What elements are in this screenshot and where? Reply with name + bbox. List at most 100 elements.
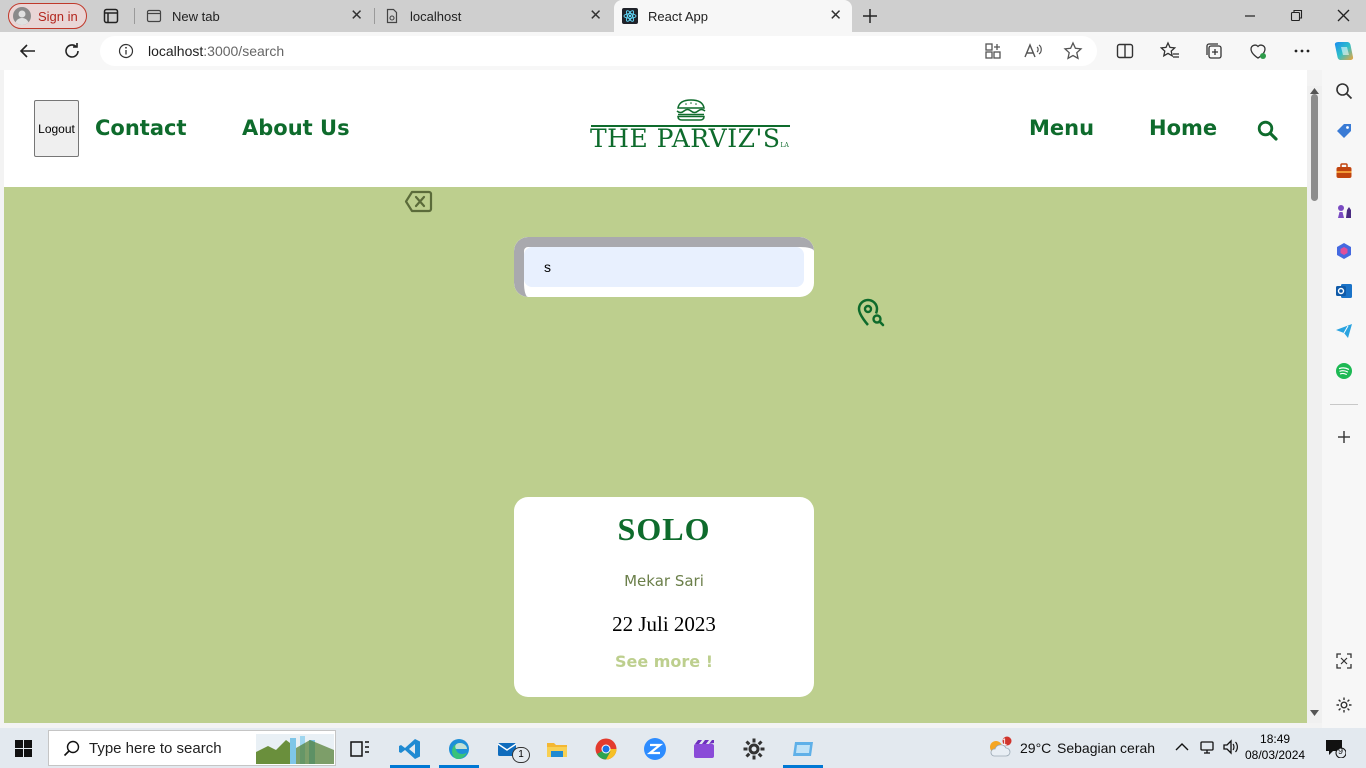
tab-separator — [134, 8, 135, 24]
logo-small-text: LA — [780, 142, 789, 149]
result-card: SOLO Mekar Sari 22 Juli 2023 See more ! — [514, 497, 814, 697]
tab-strip: Sign in New tab ✕ localhost ✕ React App … — [0, 0, 1366, 32]
url-host: localhost — [148, 43, 204, 59]
tab-localhost[interactable]: localhost ✕ — [376, 0, 612, 32]
burger-logo-icon — [676, 99, 706, 121]
profile-signin-button[interactable]: Sign in — [8, 3, 87, 29]
sidebar-search-icon[interactable] — [1335, 82, 1353, 100]
outlook-icon[interactable] — [1335, 282, 1353, 300]
nav-menu-link[interactable]: Menu — [1029, 116, 1094, 140]
tab-close-icon[interactable]: ✕ — [589, 8, 602, 24]
nav-home-link[interactable]: Home — [1149, 116, 1217, 140]
notification-count: 9 — [1338, 746, 1344, 756]
app-available-icon[interactable] — [983, 41, 1003, 61]
collections-icon[interactable] — [1204, 41, 1224, 61]
search-box — [514, 237, 814, 297]
workspaces-icon[interactable] — [103, 8, 119, 24]
taskbar-search-box[interactable]: Type here to search — [48, 730, 336, 766]
settings-gear-icon[interactable] — [742, 737, 766, 761]
send-telegram-icon[interactable] — [1335, 322, 1353, 340]
microsoft-365-icon[interactable] — [1335, 242, 1353, 260]
task-view-icon[interactable] — [348, 737, 372, 761]
chrome-icon[interactable] — [594, 737, 618, 761]
games-chess-icon[interactable] — [1335, 202, 1353, 220]
backspace-clear-icon[interactable] — [404, 190, 433, 213]
network-icon[interactable] — [1199, 739, 1215, 755]
taskbar-search-icon — [63, 740, 80, 756]
tab-close-icon[interactable]: ✕ — [350, 8, 363, 24]
favorite-star-icon[interactable] — [1063, 41, 1083, 61]
edge-browser-icon[interactable] — [447, 737, 471, 761]
system-clock[interactable]: 18:49 08/03/2024 — [1245, 731, 1305, 763]
new-tab-plus-icon[interactable] — [861, 7, 879, 25]
page-viewport: Logout Contact About Us THE PARVIZ'SLA M… — [4, 70, 1307, 723]
new-tab-page-icon — [146, 9, 162, 23]
site-info-icon[interactable] — [118, 43, 134, 59]
back-arrow-icon[interactable] — [18, 41, 38, 61]
favorites-icon[interactable] — [1160, 41, 1180, 61]
more-options-icon[interactable] — [1292, 41, 1312, 61]
card-date: 22 Juli 2023 — [612, 612, 716, 636]
nav-about-us-link[interactable]: About Us — [242, 116, 350, 140]
location-search-icon[interactable] — [855, 297, 887, 329]
sidebar-divider — [1330, 404, 1358, 405]
card-subtitle: Mekar Sari — [624, 572, 704, 590]
file-explorer-icon[interactable] — [545, 737, 569, 761]
weather-sun-cloud-icon[interactable] — [986, 736, 1012, 760]
site-header: Logout Contact About Us THE PARVIZ'SLA M… — [4, 70, 1307, 187]
search-input[interactable] — [524, 247, 804, 287]
url-path: :3000/search — [203, 43, 285, 59]
weather-alert-badge: 1 — [1002, 737, 1008, 747]
scroll-down-arrow-icon[interactable] — [1310, 710, 1319, 716]
tools-briefcase-icon[interactable] — [1335, 162, 1353, 180]
minimize-icon[interactable] — [1244, 10, 1256, 22]
logout-button[interactable]: Logout — [34, 100, 79, 157]
window-close-icon[interactable] — [1337, 9, 1350, 22]
add-sidebar-app-plus-icon[interactable] — [1335, 428, 1353, 446]
scroll-thumb[interactable] — [1311, 94, 1318, 201]
vscode-icon[interactable] — [398, 737, 422, 761]
tab-new-tab[interactable]: New tab ✕ — [137, 0, 373, 32]
weather-temperature[interactable]: 29°C — [1020, 740, 1051, 756]
windows-start-icon[interactable] — [15, 740, 32, 757]
see-more-link[interactable]: See more ! — [514, 652, 814, 671]
react-logo-icon — [622, 8, 638, 24]
nav-contact-link[interactable]: Contact — [95, 116, 187, 140]
refresh-icon[interactable] — [62, 41, 82, 61]
show-hidden-icons-chevron-icon[interactable] — [1175, 742, 1189, 752]
zoom-icon[interactable] — [643, 737, 667, 761]
sidebar-settings-gear-icon[interactable] — [1335, 696, 1353, 714]
spotify-icon[interactable] — [1335, 362, 1353, 380]
search-icon[interactable] — [1257, 120, 1278, 141]
browser-essentials-icon[interactable] — [1248, 41, 1268, 61]
search-highlight-waterfall-icon — [256, 734, 334, 764]
tab-title: React App — [648, 8, 708, 24]
remote-desktop-icon[interactable] — [791, 737, 815, 761]
profile-avatar-icon — [13, 7, 31, 25]
page-document-icon — [386, 8, 398, 24]
logo-text: THE PARVIZ'S — [590, 124, 781, 153]
shopping-tag-icon[interactable] — [1335, 122, 1353, 140]
site-logo[interactable]: THE PARVIZ'SLA — [590, 124, 789, 153]
copilot-icon[interactable] — [1333, 40, 1355, 62]
edge-sidebar — [1322, 70, 1366, 728]
page-scrollbar[interactable] — [1307, 86, 1322, 723]
browser-toolbar: localhost:3000/search — [0, 32, 1366, 70]
profile-label: Sign in — [38, 8, 78, 24]
clipchamp-icon[interactable] — [692, 737, 716, 761]
windows-taskbar: Type here to search 1 1 29°C Sebagian ce… — [0, 728, 1366, 768]
read-aloud-icon[interactable] — [1023, 41, 1043, 61]
restore-icon[interactable] — [1290, 9, 1303, 22]
volume-speaker-icon[interactable] — [1222, 739, 1240, 755]
mail-badge: 1 — [512, 747, 530, 763]
clock-date: 08/03/2024 — [1245, 748, 1306, 762]
screenshot-capture-icon[interactable] — [1335, 652, 1353, 670]
tab-react-app[interactable]: React App ✕ — [614, 0, 852, 32]
address-bar[interactable]: localhost:3000/search — [100, 36, 1097, 66]
taskbar-search-placeholder: Type here to search — [89, 739, 222, 757]
tab-close-icon[interactable]: ✕ — [829, 8, 842, 24]
card-title: SOLO — [617, 511, 711, 547]
clock-time: 18:49 — [1260, 732, 1291, 746]
weather-description[interactable]: Sebagian cerah — [1057, 740, 1155, 756]
split-screen-icon[interactable] — [1115, 41, 1135, 61]
